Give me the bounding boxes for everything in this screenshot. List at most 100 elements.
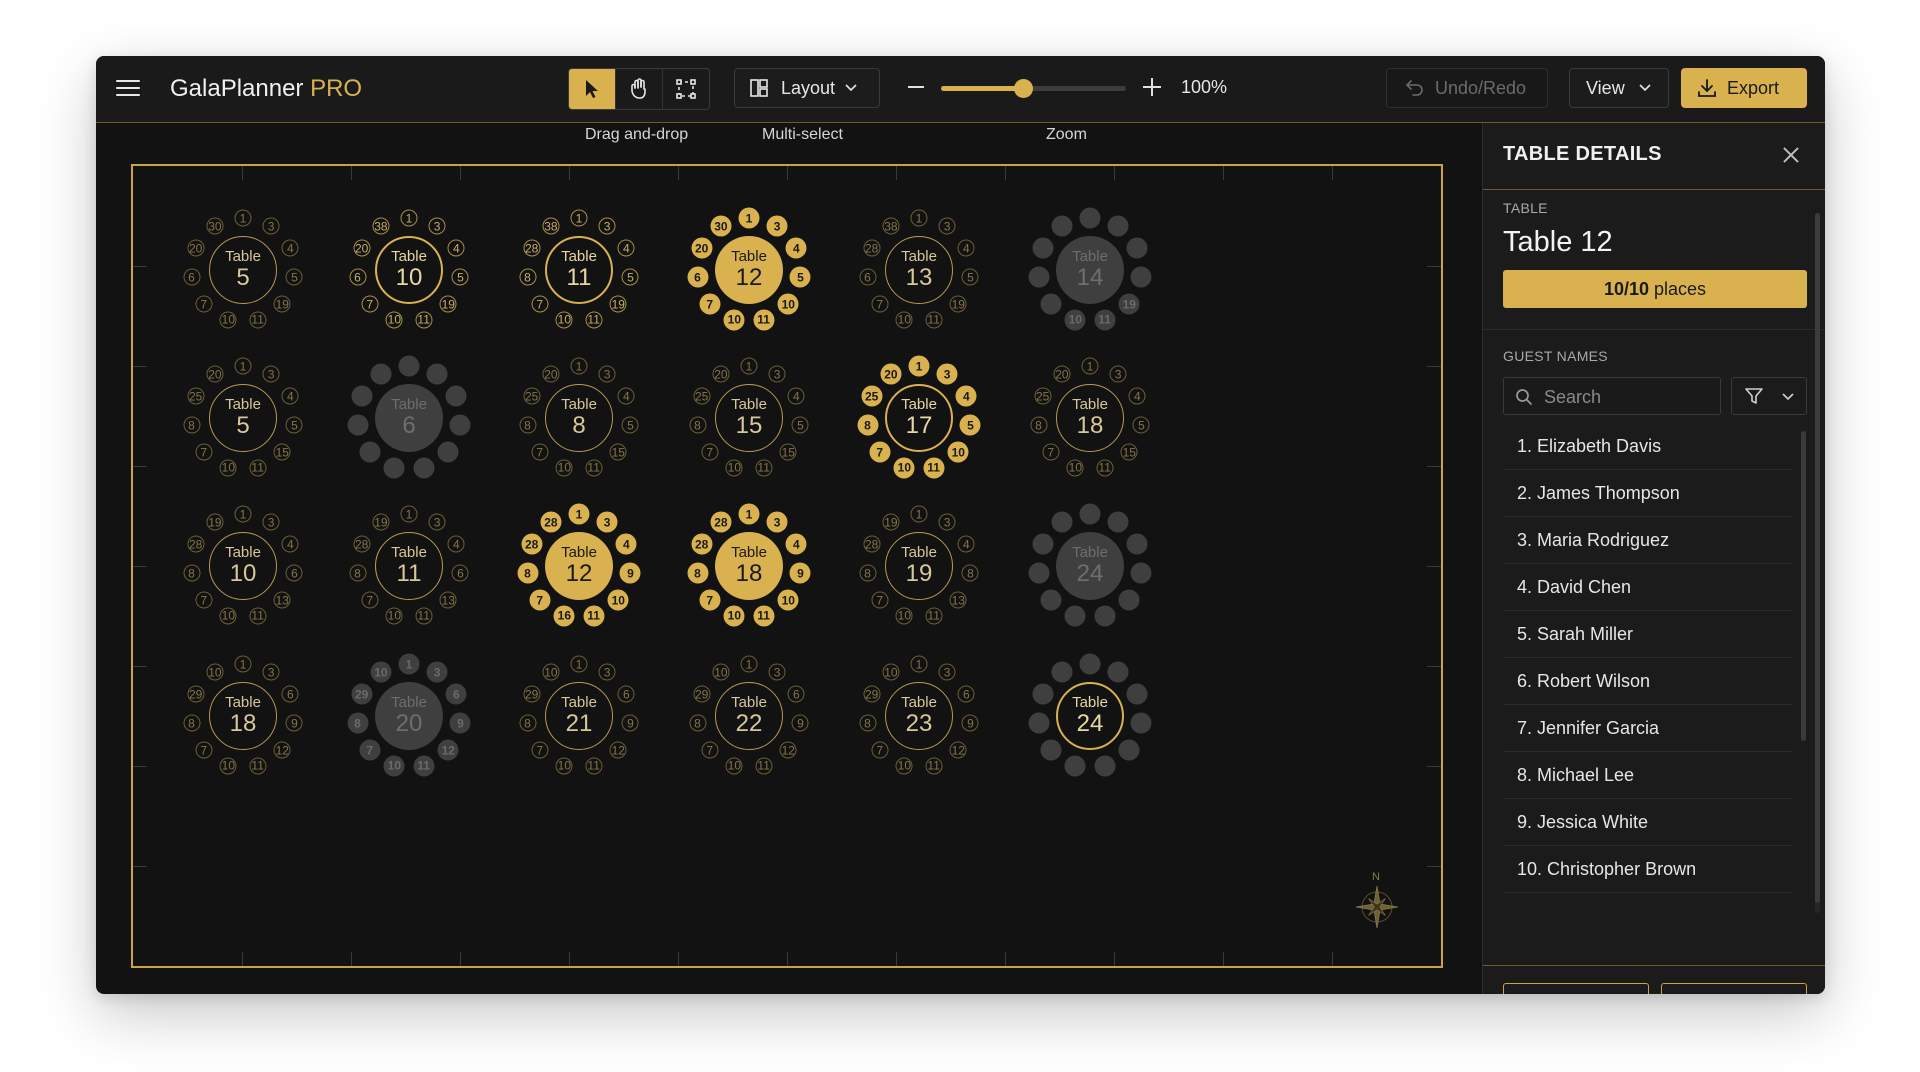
clear-table-button[interactable]: Clear Table <box>1661 983 1807 994</box>
seat[interactable]: 1 <box>400 505 418 523</box>
table-24[interactable]: Table 24 <box>1005 631 1175 801</box>
seat[interactable]: 1 <box>738 503 760 525</box>
seat[interactable]: 10 <box>723 605 745 627</box>
seat[interactable]: 8 <box>347 712 369 734</box>
seat[interactable] <box>1051 661 1073 683</box>
table-10[interactable]: 1 3 4 6 13 11 10 7 8 28 19 Table 10 <box>158 481 328 651</box>
seat[interactable]: 11 <box>925 311 943 329</box>
seat[interactable]: 10 <box>385 607 403 625</box>
seat[interactable]: 15 <box>609 443 627 461</box>
seat[interactable]: 4 <box>447 535 465 553</box>
seat[interactable]: 3 <box>426 661 448 683</box>
table-17[interactable]: 1 3 4 5 10 11 10 7 8 25 20 Table 17 <box>834 333 1004 503</box>
seat[interactable]: 3 <box>938 663 956 681</box>
seat[interactable] <box>1130 562 1152 584</box>
seat[interactable]: 10 <box>370 661 392 683</box>
table-22[interactable]: 1 3 6 9 12 11 10 7 8 29 10 Table 22 <box>664 631 834 801</box>
seat[interactable]: 8 <box>689 416 707 434</box>
seat[interactable]: 19 <box>882 513 900 531</box>
floor-plan-canvas[interactable]: 1 3 4 5 19 11 10 7 6 20 30 Table 5 1 3 4 5 19 11 10 7 6 20 38 Ta… <box>131 164 1443 968</box>
seat[interactable]: 19 <box>206 513 224 531</box>
table-18[interactable]: 1 3 4 5 15 11 10 7 8 25 20 Table 18 <box>1005 333 1175 503</box>
seat[interactable]: 8 <box>689 714 707 732</box>
seat[interactable]: 28 <box>187 535 205 553</box>
seat[interactable]: 11 <box>755 459 773 477</box>
seat[interactable]: 4 <box>281 535 299 553</box>
seat[interactable] <box>1130 266 1152 288</box>
seat[interactable]: 9 <box>449 712 471 734</box>
seat[interactable]: 5 <box>789 266 811 288</box>
seat[interactable] <box>1094 755 1116 777</box>
seat[interactable]: 19 <box>372 513 390 531</box>
seat[interactable]: 7 <box>871 741 889 759</box>
seat[interactable]: 3 <box>938 513 956 531</box>
seat[interactable]: 19 <box>439 295 457 313</box>
seat[interactable]: 3 <box>262 365 280 383</box>
seat[interactable]: 15 <box>273 443 291 461</box>
seat[interactable]: 11 <box>249 607 267 625</box>
seat[interactable]: 11 <box>923 457 945 479</box>
table-23[interactable]: 1 3 6 9 12 11 10 7 8 29 10 Table 23 <box>834 631 1004 801</box>
seat[interactable] <box>383 457 405 479</box>
seat[interactable] <box>413 457 435 479</box>
seat[interactable]: 8 <box>519 714 537 732</box>
seat[interactable]: 11 <box>925 757 943 775</box>
seat[interactable]: 4 <box>785 237 807 259</box>
table-21[interactable]: 1 3 6 9 12 11 10 7 8 29 10 Table 21 <box>494 631 664 801</box>
seat[interactable]: 28 <box>863 239 881 257</box>
seat[interactable]: 3 <box>766 511 788 533</box>
seat[interactable]: 19 <box>609 295 627 313</box>
seat[interactable]: 6 <box>787 685 805 703</box>
guest-list-item[interactable]: 5. Sarah Miller <box>1503 611 1793 658</box>
seat[interactable]: 5 <box>1132 416 1150 434</box>
seat[interactable]: 1 <box>740 655 758 673</box>
seat[interactable]: 4 <box>615 533 637 555</box>
seat[interactable]: 19 <box>273 295 291 313</box>
seat[interactable]: 3 <box>428 217 446 235</box>
seat[interactable]: 29 <box>351 683 373 705</box>
seat[interactable]: 6 <box>687 266 709 288</box>
undo-redo-button[interactable]: Undo/Redo <box>1386 68 1548 108</box>
seat[interactable] <box>1051 511 1073 533</box>
seat[interactable]: 5 <box>959 414 981 436</box>
seat[interactable]: 1 <box>570 209 588 227</box>
seat[interactable]: 10 <box>1066 459 1084 477</box>
edit-table-button[interactable]: Edit Table <box>1503 983 1649 994</box>
seat[interactable]: 7 <box>529 589 551 611</box>
seat[interactable]: 10 <box>555 459 573 477</box>
seat[interactable]: 5 <box>451 268 469 286</box>
seat[interactable]: 3 <box>1109 365 1127 383</box>
seat[interactable]: 7 <box>869 441 891 463</box>
table-8[interactable]: 1 3 4 5 15 11 10 7 8 25 20 Table 8 <box>494 333 664 503</box>
seat[interactable] <box>1028 562 1050 584</box>
seat[interactable]: 10 <box>385 311 403 329</box>
seat[interactable] <box>370 363 392 385</box>
seat[interactable]: 8 <box>183 416 201 434</box>
seat[interactable]: 5 <box>791 416 809 434</box>
seat[interactable] <box>1028 712 1050 734</box>
seat[interactable]: 20 <box>353 239 371 257</box>
seat[interactable]: 11 <box>585 459 603 477</box>
seat[interactable] <box>426 363 448 385</box>
seat[interactable]: 20 <box>542 365 560 383</box>
seat[interactable] <box>1126 683 1148 705</box>
zoom-in-button[interactable] <box>1143 78 1161 96</box>
seat[interactable]: 28 <box>521 533 543 555</box>
seat[interactable]: 12 <box>273 741 291 759</box>
view-dropdown[interactable]: View <box>1569 68 1669 108</box>
seat[interactable]: 5 <box>285 416 303 434</box>
table-12[interactable]: 1 3 4 5 10 11 10 7 6 20 30 Table 12 <box>664 185 834 355</box>
export-button[interactable]: Export <box>1681 68 1807 108</box>
seat[interactable]: 11 <box>753 309 775 331</box>
seat[interactable]: 3 <box>766 215 788 237</box>
seat[interactable]: 16 <box>553 605 575 627</box>
seat[interactable]: 11 <box>249 459 267 477</box>
menu-icon[interactable] <box>116 78 140 98</box>
seat[interactable] <box>1040 293 1062 315</box>
seat[interactable]: 7 <box>531 443 549 461</box>
table-11[interactable]: 1 3 4 6 13 11 10 7 8 28 19 Table 11 <box>324 481 494 651</box>
seat[interactable]: 6 <box>617 685 635 703</box>
seat[interactable]: 25 <box>187 387 205 405</box>
seat[interactable]: 11 <box>753 605 775 627</box>
seat[interactable]: 10 <box>725 757 743 775</box>
